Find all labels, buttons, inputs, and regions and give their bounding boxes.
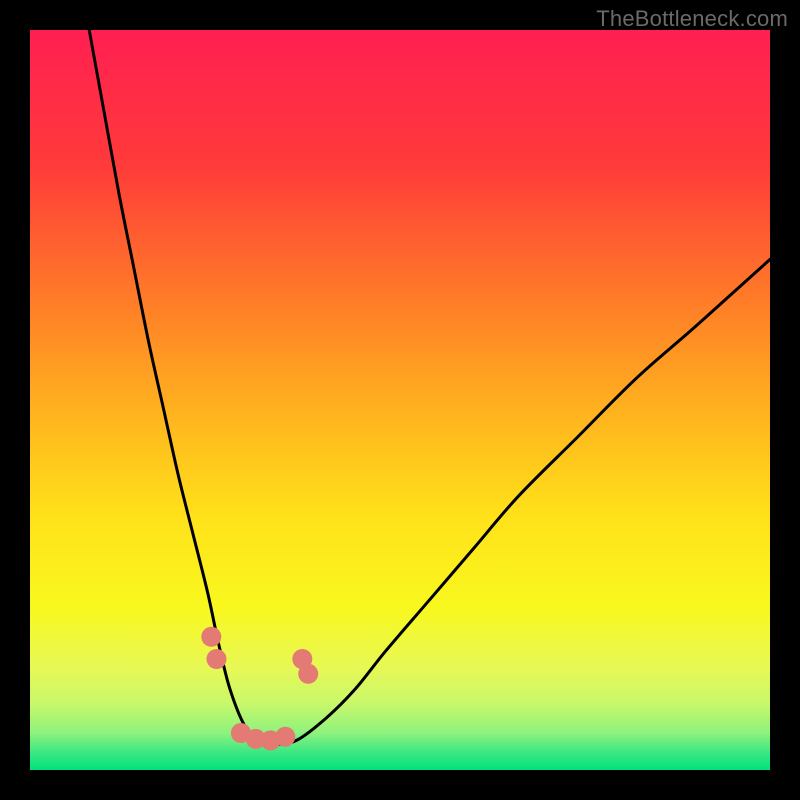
valley-marker-left-top xyxy=(201,627,221,647)
valley-marker-bottom-4 xyxy=(275,727,295,747)
curve-path xyxy=(89,30,770,744)
plot-area xyxy=(30,30,770,770)
valley-marker-left-mid xyxy=(206,649,226,669)
valley-marker-right-mid xyxy=(298,664,318,684)
chart-container: TheBottleneck.com xyxy=(0,0,800,800)
curve-layer xyxy=(30,30,770,770)
watermark-text: TheBottleneck.com xyxy=(596,6,788,32)
